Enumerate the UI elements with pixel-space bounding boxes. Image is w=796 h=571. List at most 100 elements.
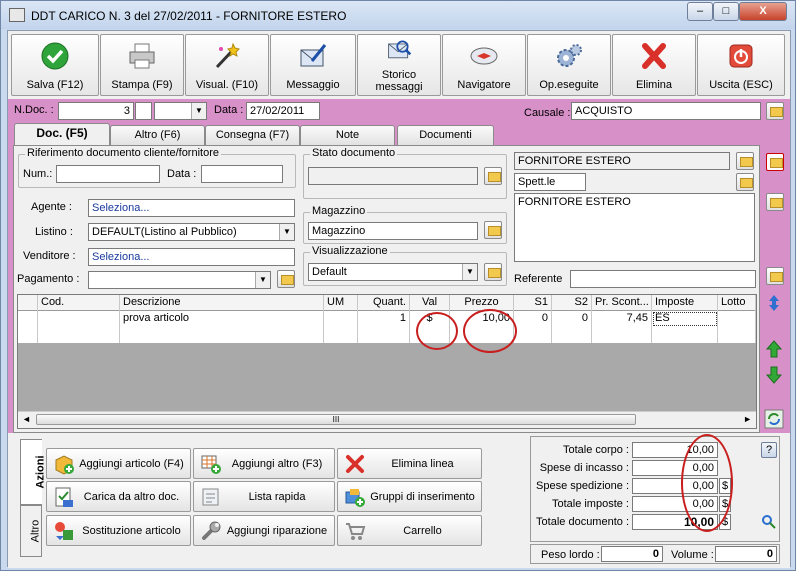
empty-row[interactable] xyxy=(18,327,756,343)
reference-num-input[interactable] xyxy=(56,165,160,183)
cell-imposte[interactable]: ES xyxy=(652,311,718,327)
venditore-field[interactable]: Seleziona... xyxy=(88,248,295,266)
cell-quant[interactable]: 1 xyxy=(358,311,410,327)
horizontal-scrollbar[interactable]: ◄ III ► xyxy=(18,411,756,428)
pagamento-folder-icon[interactable] xyxy=(277,270,295,288)
ndoc-suffix-input[interactable] xyxy=(135,102,152,120)
col-descrizione[interactable]: Descrizione xyxy=(120,295,324,311)
cart-icon xyxy=(346,523,366,540)
causale-folder-icon[interactable] xyxy=(766,102,784,120)
row-selector[interactable] xyxy=(18,327,38,343)
agente-field[interactable]: Seleziona... xyxy=(88,199,295,217)
date-input[interactable]: 27/02/2011 xyxy=(246,102,320,120)
cell-descrizione[interactable]: prova articolo xyxy=(120,311,324,327)
delete-line-button[interactable]: Elimina linea xyxy=(337,448,482,479)
supplier-folder-icon[interactable] xyxy=(736,152,754,170)
add-repair-button[interactable]: Aggiungi riparazione xyxy=(193,515,335,546)
status-group: Stato documento xyxy=(303,147,507,199)
exit-button[interactable]: Uscita (ESC) xyxy=(697,34,785,96)
cell-empty[interactable] xyxy=(718,327,756,343)
table-row[interactable]: prova articolo 1 $ 10,00 0 0 7,45 ES xyxy=(18,311,756,327)
cell-empty[interactable] xyxy=(324,327,358,343)
col-lotto[interactable]: Lotto xyxy=(718,295,756,311)
cell-empty[interactable] xyxy=(652,327,718,343)
ndoc-series-select[interactable]: ▼ xyxy=(154,102,207,120)
message-button[interactable]: Messaggio xyxy=(270,34,356,96)
message-history-button[interactable]: Storico messaggi xyxy=(357,34,441,96)
reference-date-input[interactable] xyxy=(201,165,283,183)
minimize-button[interactable]: – xyxy=(687,2,713,21)
listino-select[interactable]: DEFAULT(Listino al Pubblico) ▼ xyxy=(88,223,295,241)
help-button[interactable]: ? xyxy=(761,442,777,458)
tab-azioni[interactable]: Azioni xyxy=(20,439,47,505)
scroll-left-icon[interactable]: ◄ xyxy=(22,414,31,424)
warehouse-folder-icon[interactable] xyxy=(484,221,502,239)
cart-button[interactable]: Carrello xyxy=(337,515,482,546)
delete-button[interactable]: Elimina xyxy=(612,34,696,96)
print-button[interactable]: Stampa (F9) xyxy=(100,34,184,96)
col-s2[interactable]: S2 xyxy=(552,295,592,311)
move-up-icon[interactable] xyxy=(764,339,784,359)
col-cod[interactable]: Cod. xyxy=(38,295,120,311)
add-article-button[interactable]: Aggiungi articolo (F4) xyxy=(46,448,191,479)
tab-altro[interactable]: Altro (F6) xyxy=(110,125,205,145)
cell-empty[interactable] xyxy=(38,327,120,343)
cell-empty[interactable] xyxy=(514,327,552,343)
cell-lotto[interactable] xyxy=(718,311,756,327)
close-button[interactable]: X xyxy=(739,2,787,21)
zoom-totals-icon[interactable] xyxy=(761,514,777,530)
col-quant[interactable]: Quant. xyxy=(358,295,410,311)
supplier-delete-icon[interactable] xyxy=(766,153,784,171)
tab-altro-side[interactable]: Altro xyxy=(20,505,42,557)
scroll-thumb[interactable]: III xyxy=(36,414,636,425)
operations-button[interactable]: Op.eseguite xyxy=(527,34,611,96)
col-prezzo[interactable]: Prezzo xyxy=(450,295,514,311)
cell-s2[interactable]: 0 xyxy=(552,311,592,327)
contact-person-icon[interactable] xyxy=(736,173,754,191)
col-s1[interactable]: S1 xyxy=(514,295,552,311)
save-button[interactable]: Salva (F12) xyxy=(11,34,99,96)
maximize-button[interactable]: □ xyxy=(713,2,739,21)
visualization-folder-icon[interactable] xyxy=(484,263,502,281)
col-pr-scont[interactable]: Pr. Scont... xyxy=(592,295,652,311)
col-um[interactable]: UM xyxy=(324,295,358,311)
cell-empty[interactable] xyxy=(552,327,592,343)
insert-groups-button[interactable]: Gruppi di inserimento xyxy=(337,481,482,512)
quick-list-button[interactable]: Lista rapida xyxy=(193,481,335,512)
salutation-field[interactable]: Spett.le xyxy=(514,173,586,191)
tab-doc[interactable]: Doc. (F5) xyxy=(14,123,110,146)
cell-empty[interactable] xyxy=(120,327,324,343)
pagamento-select[interactable]: ▼ xyxy=(88,271,271,289)
add-other-button[interactable]: Aggiungi altro (F3) xyxy=(193,448,335,479)
tab-documenti[interactable]: Documenti xyxy=(397,125,494,145)
tab-consegna[interactable]: Consegna (F7) xyxy=(205,125,300,145)
col-imposte[interactable]: Imposte xyxy=(652,295,718,311)
tab-note[interactable]: Note xyxy=(300,125,395,145)
visualization-select[interactable]: Default ▼ xyxy=(308,263,478,281)
refresh-icon[interactable] xyxy=(764,409,784,429)
view-button[interactable]: Visual. (F10) xyxy=(185,34,269,96)
cell-empty[interactable] xyxy=(358,327,410,343)
address-folder-icon[interactable] xyxy=(766,193,784,211)
warehouse-field[interactable]: Magazzino xyxy=(308,222,478,240)
cell-cod[interactable] xyxy=(38,311,120,327)
referente-input[interactable] xyxy=(570,270,756,288)
ndoc-input[interactable]: 3 xyxy=(58,102,134,120)
row-selector[interactable] xyxy=(18,311,38,327)
causale-input[interactable]: ACQUISTO xyxy=(571,102,761,120)
highlight-prezzo-circle xyxy=(463,309,517,353)
cell-s1[interactable]: 0 xyxy=(514,311,552,327)
replace-article-button[interactable]: Sostituzione articolo xyxy=(46,515,191,546)
sort-updown-icon[interactable] xyxy=(764,293,784,313)
status-folder-icon[interactable] xyxy=(484,167,502,185)
cell-um[interactable] xyxy=(324,311,358,327)
move-down-icon[interactable] xyxy=(764,365,784,385)
col-val[interactable]: Val xyxy=(410,295,450,311)
scroll-right-icon[interactable]: ► xyxy=(743,414,752,424)
load-from-doc-button[interactable]: Carica da altro doc. xyxy=(46,481,191,512)
referente-folder-icon[interactable] xyxy=(766,267,784,285)
navigator-button[interactable]: Navigatore xyxy=(442,34,526,96)
supplier-address-field[interactable]: FORNITORE ESTERO xyxy=(514,193,755,262)
cell-empty[interactable] xyxy=(592,327,652,343)
cell-pr-scont[interactable]: 7,45 xyxy=(592,311,652,327)
